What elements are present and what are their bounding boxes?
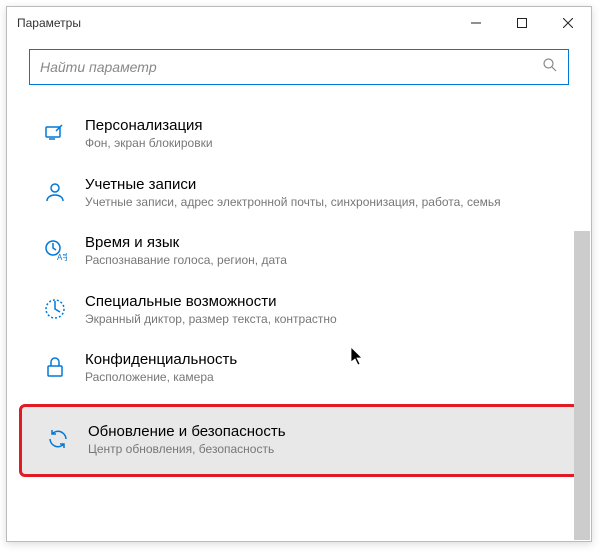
titlebar: Параметры [7,7,591,39]
time-language-icon: A字 [43,238,67,262]
item-desc: Учетные записи, адрес электронной почты,… [85,195,569,211]
item-accessibility[interactable]: Специальные возможности Экранный диктор,… [7,281,591,340]
item-text: Время и язык Распознавание голоса, регио… [85,234,569,269]
minimize-button[interactable] [453,7,499,39]
item-title: Время и язык [85,234,569,251]
accounts-icon [43,180,67,204]
search-icon [542,57,558,78]
item-text: Специальные возможности Экранный диктор,… [85,293,569,328]
window-title: Параметры [17,16,453,30]
item-desc: Центр обновления, безопасность [88,442,566,458]
sync-icon [46,427,70,451]
item-personalization[interactable]: Персонализация Фон, экран блокировки [7,105,591,164]
item-time-language[interactable]: A字 Время и язык Распознавание голоса, ре… [7,222,591,281]
lock-icon [43,355,67,379]
item-title: Учетные записи [85,176,569,193]
item-update-security[interactable]: Обновление и безопасность Центр обновлен… [19,404,579,477]
scrollbar[interactable] [574,231,590,540]
settings-window: Параметры Персонализаци [6,6,592,542]
search-input[interactable] [40,59,542,75]
item-desc: Экранный диктор, размер текста, контраст… [85,312,569,328]
item-title: Персонализация [85,117,569,134]
item-title: Обновление и безопасность [88,423,566,440]
personalization-icon [43,121,67,145]
svg-text:A字: A字 [57,252,67,262]
accessibility-icon [43,297,67,321]
item-accounts[interactable]: Учетные записи Учетные записи, адрес эле… [7,164,591,223]
search-box[interactable] [29,49,569,85]
item-privacy[interactable]: Конфиденциальность Расположение, камера [7,339,591,398]
item-title: Специальные возможности [85,293,569,310]
settings-list: Персонализация Фон, экран блокировки Уче… [7,91,591,477]
search-container [7,39,591,91]
item-desc: Распознавание голоса, регион, дата [85,253,569,269]
item-text: Обновление и безопасность Центр обновлен… [88,423,566,458]
item-text: Конфиденциальность Расположение, камера [85,351,569,386]
item-desc: Расположение, камера [85,370,569,386]
item-title: Конфиденциальность [85,351,569,368]
item-text: Учетные записи Учетные записи, адрес эле… [85,176,569,211]
close-button[interactable] [545,7,591,39]
item-desc: Фон, экран блокировки [85,136,569,152]
window-controls [453,7,591,39]
item-text: Персонализация Фон, экран блокировки [85,117,569,152]
maximize-button[interactable] [499,7,545,39]
